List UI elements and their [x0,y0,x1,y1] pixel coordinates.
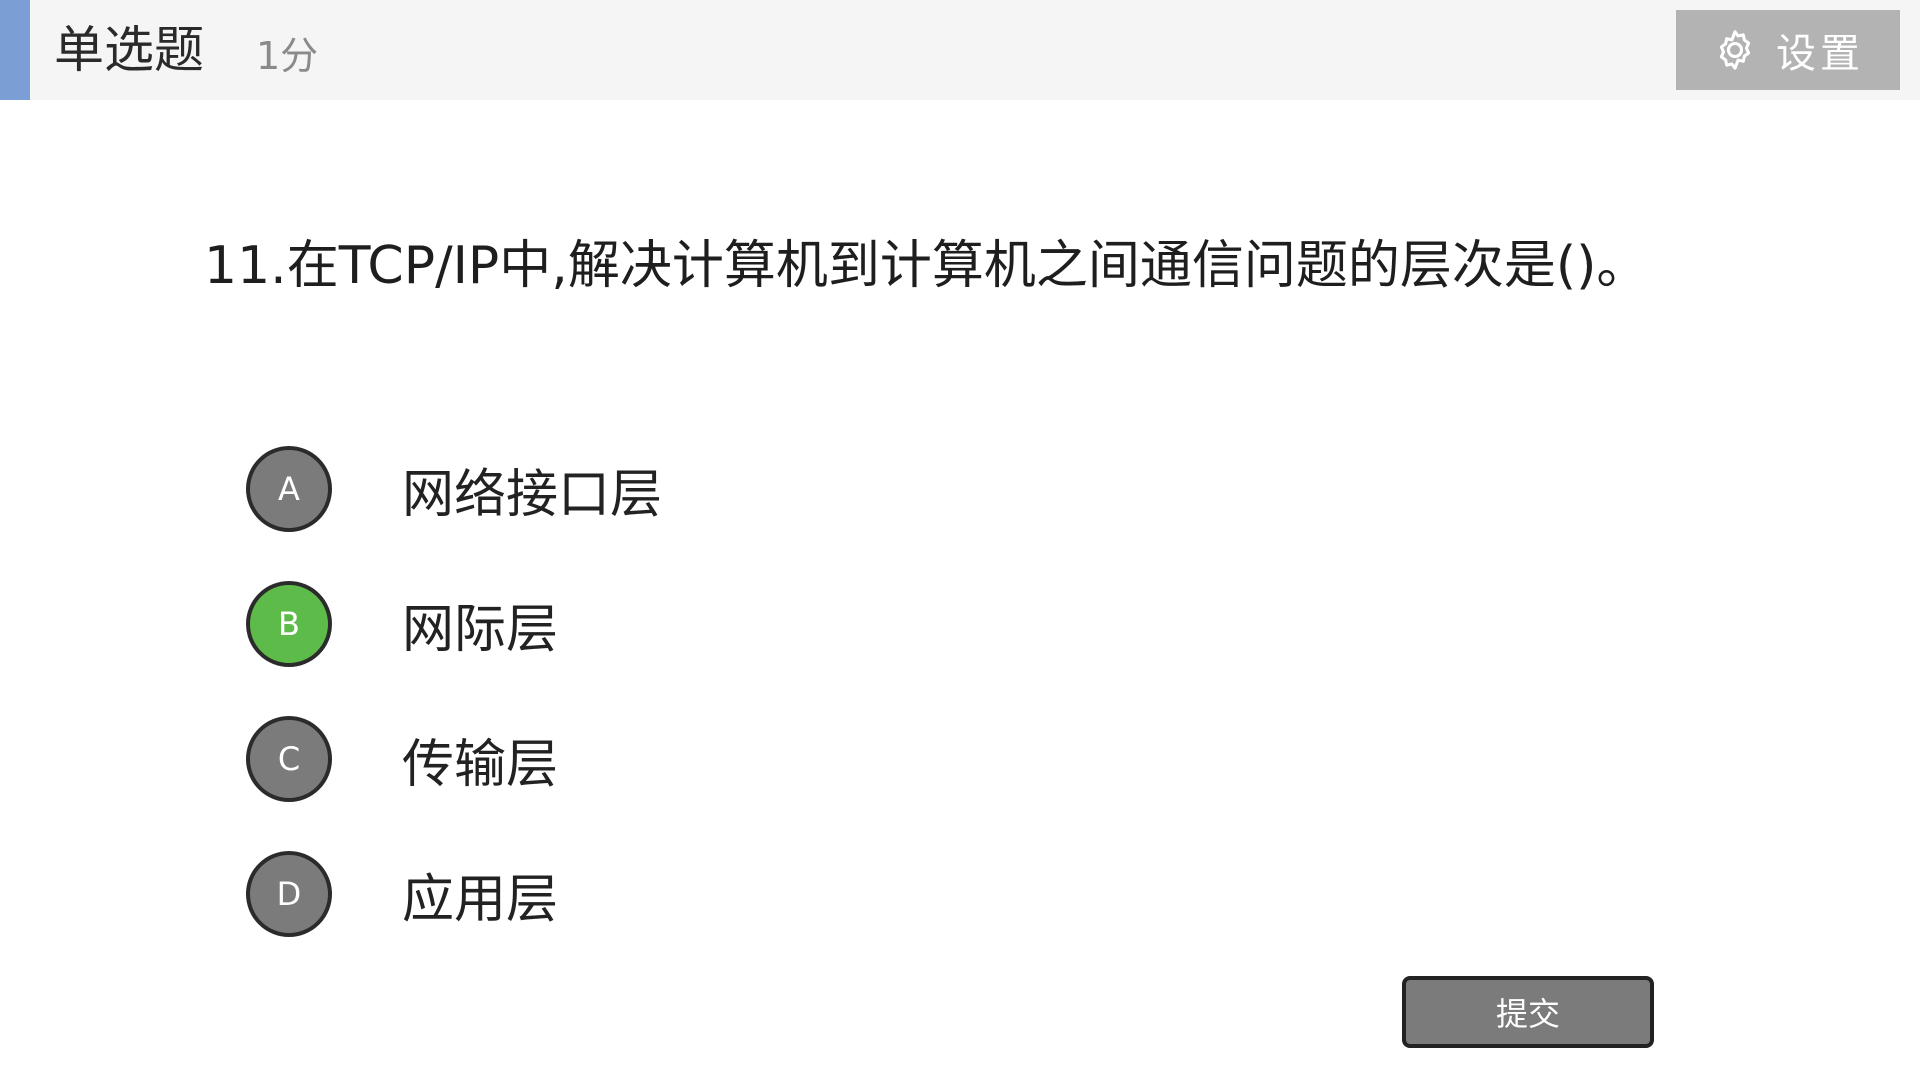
option-c[interactable]: C 传输层 [246,716,946,802]
option-b-circle[interactable]: B [246,581,332,667]
option-a-circle[interactable]: A [246,446,332,532]
option-a[interactable]: A 网络接口层 [246,446,946,532]
question-type-label: 单选题 [54,21,204,79]
option-c-circle[interactable]: C [246,716,332,802]
option-c-letter: C [277,740,301,778]
question-text: 11.在TCP/IP中,解决计算机到计算机之间通信问题的层次是()。 [204,236,1649,296]
option-d[interactable]: D 应用层 [246,851,946,937]
header-accent-bar [0,0,30,100]
option-d-letter: D [276,875,302,913]
option-d-text: 应用层 [402,869,559,930]
settings-button[interactable]: 设置 [1676,10,1900,90]
option-a-letter: A [278,470,300,508]
submit-label: 提交 [1495,995,1560,1033]
option-c-text: 传输层 [402,734,559,795]
option-a-text: 网络接口层 [402,464,663,525]
option-b-text: 网际层 [402,599,559,660]
submit-button[interactable]: 提交 [1402,976,1654,1048]
header-bar: 单选题 1分 设置 [0,0,1920,100]
question-score: 1分 [256,34,319,78]
option-d-circle[interactable]: D [246,851,332,937]
settings-label: 设置 [1776,31,1864,77]
gear-icon [1712,27,1758,73]
option-b-letter: B [278,605,300,643]
option-b[interactable]: B 网际层 [246,581,946,667]
